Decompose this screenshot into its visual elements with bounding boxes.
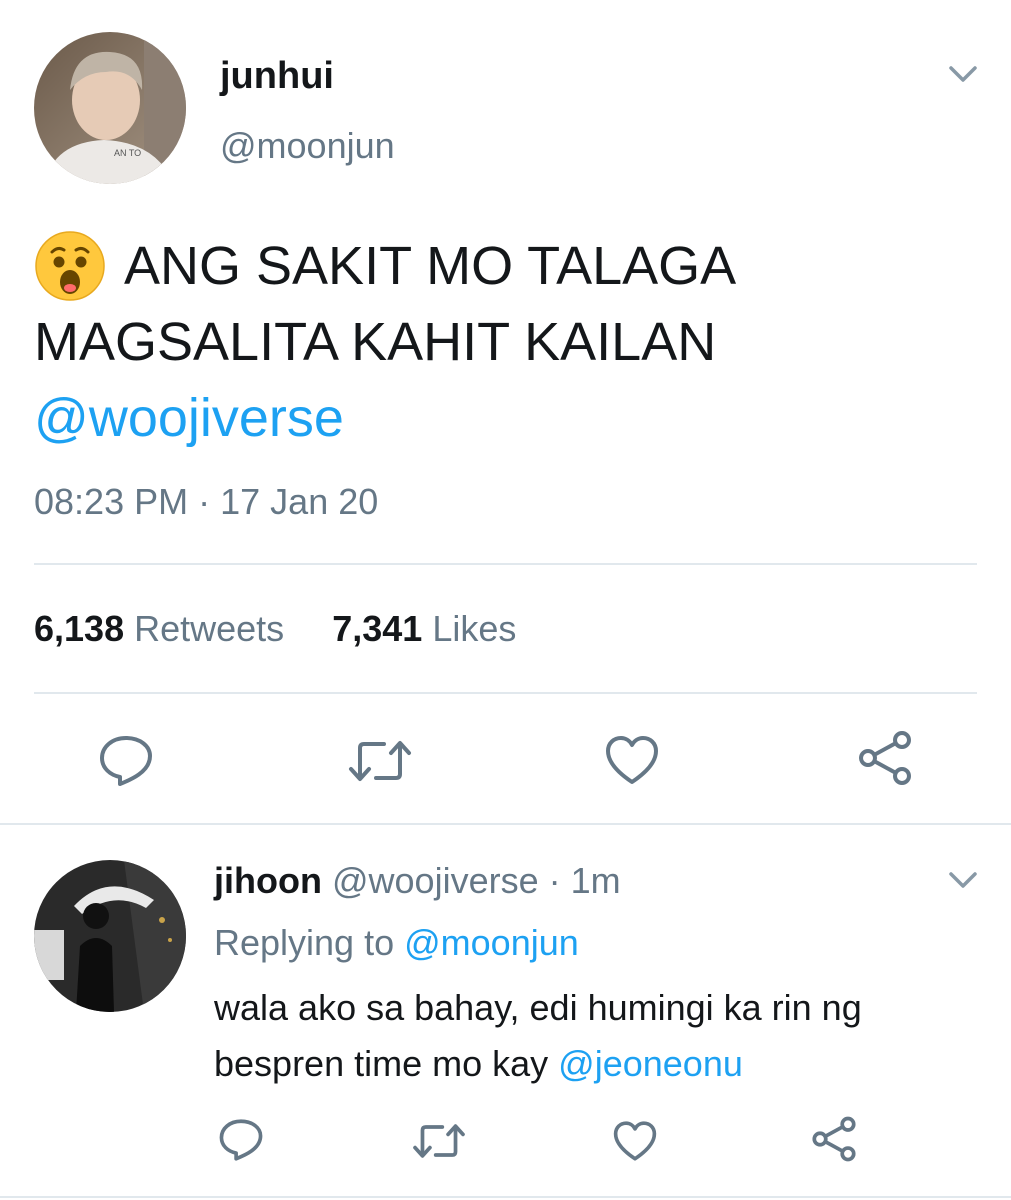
tweet-separator [0, 823, 1011, 825]
handle[interactable]: @moonjun [220, 124, 395, 168]
time: 08:23 PM [34, 481, 189, 522]
tweet-text: 😮 ANG SAKIT MO TALAGA MAGSALITA KAHIT KA… [34, 228, 994, 456]
mention-link[interactable]: @woojiverse [34, 380, 994, 456]
share-button[interactable] [810, 1116, 858, 1162]
like-button[interactable] [604, 734, 660, 786]
display-name[interactable]: junhui [220, 54, 334, 98]
like-icon [606, 736, 658, 784]
retweets-count: 6,138 [34, 608, 125, 649]
divider [34, 692, 977, 694]
astonished-face-icon: 😮 [34, 230, 106, 302]
replying-to-label: Replying to [214, 922, 395, 963]
timestamp[interactable]: 08:23 PM · 17 Jan 20 [34, 480, 378, 524]
retweet-button[interactable] [348, 738, 412, 784]
like-button[interactable] [612, 1120, 658, 1162]
tweet-text-line-1: 😮 ANG SAKIT MO TALAGA [34, 228, 994, 304]
reply-button[interactable] [98, 734, 154, 788]
reply-button[interactable] [218, 1118, 264, 1162]
engagement-stats: 6,138 Retweets 7,341 Likes [34, 606, 516, 652]
avatar[interactable]: AN TO [34, 32, 186, 184]
reply-text: wala ako sa bahay, edi humingi ka rin ng… [214, 980, 994, 1092]
display-name[interactable]: jihoon [214, 860, 322, 901]
date: 17 Jan 20 [220, 481, 379, 522]
avatar[interactable] [34, 860, 186, 1012]
chevron-down-icon[interactable] [946, 62, 980, 86]
separator: · [548, 860, 561, 901]
likes-count: 7,341 [332, 608, 423, 649]
reply-header: jihoon @woojiverse · 1m [214, 858, 621, 904]
like-icon [613, 1121, 657, 1161]
share-button[interactable] [856, 730, 914, 786]
handle[interactable]: @woojiverse [332, 860, 539, 901]
retweets-stat[interactable]: 6,138 Retweets [34, 608, 294, 649]
replying-to-handle[interactable]: @moonjun [404, 922, 579, 963]
avatar-photo [34, 860, 186, 1012]
avatar-photo: AN TO [34, 32, 186, 184]
separator: · [198, 481, 211, 522]
chevron-down-icon[interactable] [946, 868, 980, 892]
reply-icon [100, 736, 152, 786]
tweet-text-line-2: MAGSALITA KAHIT KAILAN [34, 312, 717, 372]
likes-stat[interactable]: 7,341 Likes [332, 608, 516, 649]
reply-text-line-2: bespren time mo kay @jeoneonu [214, 1036, 994, 1092]
retweet-icon [413, 1124, 465, 1158]
tweet-age[interactable]: 1m [571, 860, 621, 901]
retweets-label: Retweets [134, 608, 285, 649]
replying-to: Replying to @moonjun [214, 920, 579, 966]
mention-link[interactable]: @jeoneonu [558, 1043, 743, 1084]
reply-text-2: bespren time mo kay [214, 1043, 549, 1084]
divider [34, 563, 977, 565]
share-icon [812, 1116, 856, 1162]
retweet-button[interactable] [412, 1122, 466, 1160]
retweet-icon [349, 741, 411, 781]
svg-text:AN TO: AN TO [114, 148, 141, 158]
tweet-separator [0, 1196, 1011, 1198]
reply-icon [219, 1119, 263, 1161]
share-icon [859, 731, 911, 785]
reply-text-line-1: wala ako sa bahay, edi humingi ka rin ng [214, 987, 862, 1028]
likes-label: Likes [432, 608, 517, 649]
tweet-text-1: ANG SAKIT MO TALAGA [124, 236, 737, 296]
